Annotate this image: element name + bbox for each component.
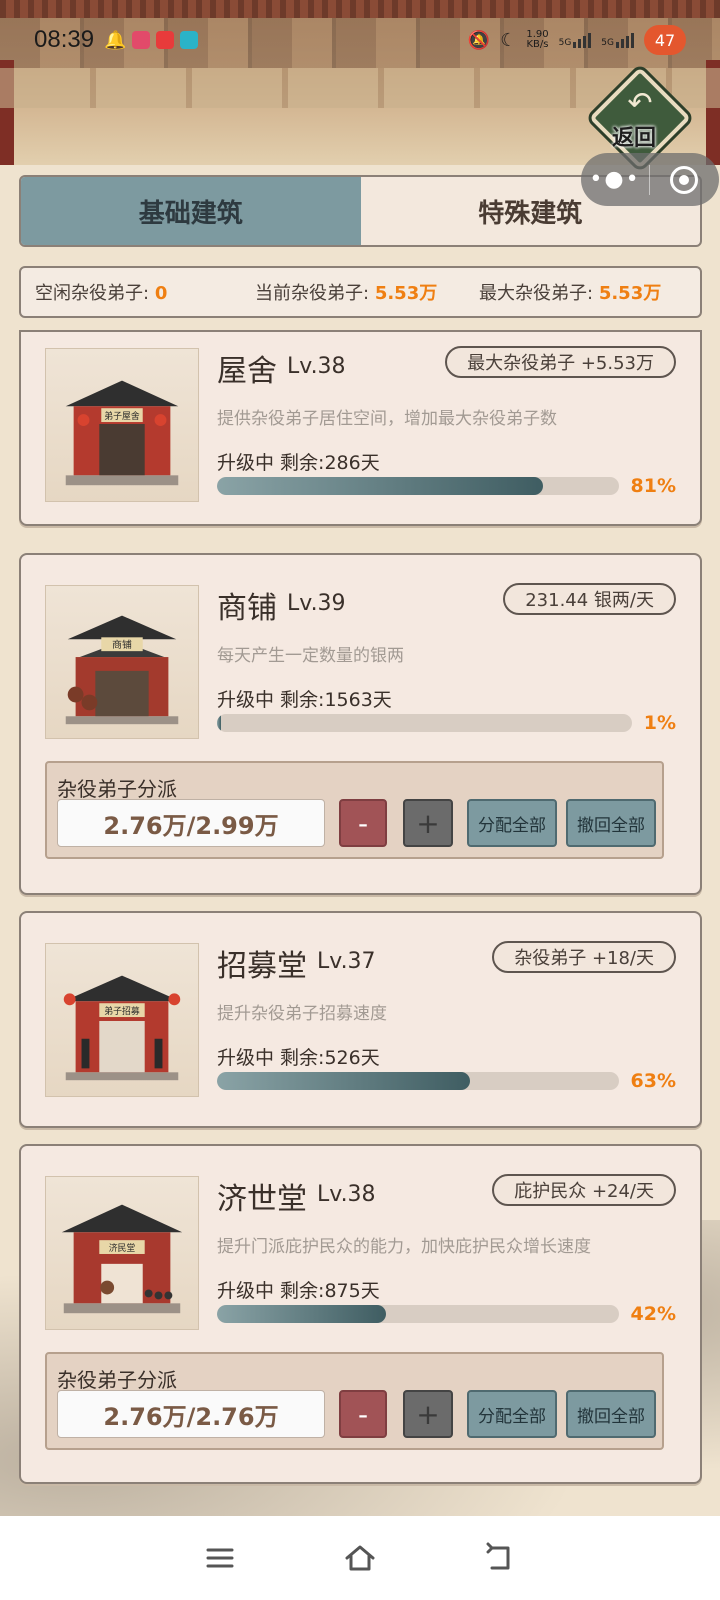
building-level: Lv.39 [287, 591, 346, 616]
upgrade-status: 升级中 剩余:875天 [217, 1280, 380, 1302]
mini-program-capsule: •●• [581, 153, 719, 206]
assign-count-field: 2.76万/2.99万 [57, 799, 325, 847]
building-card[interactable]: 商铺 商铺 Lv.39 231.44 银两/天 每天产生一定数量的银两 升级中 … [19, 553, 702, 895]
signal-bars-icon [573, 32, 592, 48]
progress-fill [217, 1072, 471, 1090]
increase-button[interactable]: + [403, 1390, 453, 1438]
building-sign: 弟子屋舍 [104, 410, 140, 422]
building-sign: 济民堂 [109, 1242, 136, 1254]
pillar-right [706, 60, 720, 165]
back-arrow-icon[interactable]: ↶ [620, 84, 660, 124]
building-effect-badge: 最大杂役弟子 +5.53万 [445, 346, 676, 378]
building-name: 商铺 [217, 591, 277, 626]
building-description: 提供杂役弟子居住空间，增加最大杂役弟子数 [217, 409, 557, 429]
stat-idle: 空闲杂役弟子: 0 [35, 283, 168, 304]
status-time: 08:39 [34, 26, 95, 53]
building-illustration: 弟子屋舍 [65, 380, 179, 486]
disciple-stats: 空闲杂役弟子: 0 当前杂役弟子: 5.53万 最大杂役弟子: 5.53万 [19, 266, 702, 318]
back-label[interactable]: 返回 [612, 120, 656, 152]
building-description: 提升杂役弟子招募速度 [217, 1004, 387, 1024]
battery-indicator: 47 [644, 25, 686, 55]
progress-percent: 81% [630, 475, 676, 497]
stat-max: 最大杂役弟子: 5.53万 [479, 283, 662, 304]
building-card[interactable]: 弟子屋舍 屋舍 Lv.38 最大杂役弟子 +5.53万 提供杂役弟子居住空间，增… [19, 330, 702, 526]
signal-1: 5G [559, 32, 592, 48]
assign-title: 杂役弟子分派 [57, 777, 177, 801]
building-effect-badge: 杂役弟子 +18/天 [492, 941, 676, 973]
moon-icon: ☾ [500, 29, 517, 51]
building-description: 提升门派庇护民众的能力，加快庇护民众增长速度 [217, 1237, 591, 1257]
upgrade-status: 升级中 剩余:526天 [217, 1047, 380, 1069]
progress-fill [217, 477, 543, 495]
app-notification-icon [180, 31, 199, 49]
progress-percent: 42% [630, 1303, 676, 1325]
allocate-all-button[interactable]: 分配全部 [467, 799, 557, 847]
building-level: Lv.38 [317, 1182, 376, 1207]
signal-2: 5G [601, 32, 634, 48]
building-effect-badge: 庇护民众 +24/天 [492, 1174, 676, 1206]
app-notification-icon [132, 31, 151, 49]
progress-percent: 1% [643, 712, 676, 734]
building-sign: 弟子招募 [104, 1005, 140, 1017]
assign-title: 杂役弟子分派 [57, 1368, 177, 1392]
building-level: Lv.37 [317, 949, 376, 974]
building-image: 弟子屋舍 [45, 348, 199, 502]
upgrade-status: 升级中 剩余:1563天 [217, 689, 392, 711]
increase-button[interactable]: + [403, 799, 453, 847]
building-illustration: 商铺 [65, 615, 179, 725]
target-icon [670, 165, 698, 194]
building-name: 屋舍 [217, 354, 277, 389]
mute-icon: 🔕 [467, 29, 491, 51]
assign-count-field: 2.76万/2.76万 [57, 1390, 325, 1438]
building-level: Lv.38 [287, 354, 346, 379]
progress-fill [217, 1305, 386, 1323]
signal-bars-icon [616, 32, 634, 48]
building-image: 济民堂 [45, 1176, 199, 1330]
pillar-left [0, 60, 14, 165]
disciple-assignment-panel: 杂役弟子分派 2.76万/2.99万 - + 分配全部 撤回全部 [45, 761, 664, 859]
building-illustration: 弟子招募 [63, 975, 181, 1081]
building-effect-badge: 231.44 银两/天 [503, 583, 676, 615]
building-name: 济世堂 [217, 1182, 307, 1217]
system-navigation-bar [0, 1516, 720, 1600]
app-notification-icon [156, 31, 175, 49]
upgrade-status: 升级中 剩余:286天 [217, 452, 380, 474]
progress-fill [217, 714, 222, 732]
stat-current: 当前杂役弟子: 5.53万 [255, 283, 438, 304]
home-icon[interactable] [342, 1540, 378, 1576]
building-image: 弟子招募 [45, 943, 199, 1097]
building-image: 商铺 [45, 585, 199, 739]
disciple-assignment-panel: 杂役弟子分派 2.76万/2.76万 - + 分配全部 撤回全部 [45, 1352, 664, 1450]
more-options-icon[interactable]: •●• [581, 167, 649, 192]
decrease-button[interactable]: - [339, 799, 387, 847]
close-mini-program-button[interactable] [650, 165, 718, 194]
progress-percent: 63% [630, 1070, 676, 1092]
building-card[interactable]: 弟子招募 招募堂 Lv.37 杂役弟子 +18/天 提升杂役弟子招募速度 升级中… [19, 911, 702, 1128]
building-description: 每天产生一定数量的银两 [217, 646, 404, 666]
building-name: 招募堂 [217, 949, 307, 984]
tab-basic-buildings[interactable]: 基础建筑 [21, 177, 361, 245]
back-nav-icon[interactable] [482, 1540, 518, 1576]
upgrade-progress-bar [217, 714, 632, 732]
net-speed: 1.90 KB/s [526, 29, 549, 50]
building-sign: 商铺 [112, 638, 132, 651]
upgrade-progress-bar [217, 1072, 619, 1090]
upgrade-progress-bar [217, 477, 619, 495]
upgrade-progress-bar [217, 1305, 619, 1323]
status-bar: 08:39 🔔 🔕 ☾ 1.90 KB/s 5G 5G 47 [0, 20, 720, 60]
status-right: 🔕 ☾ 1.90 KB/s 5G 5G 47 [468, 25, 686, 55]
recall-all-button[interactable]: 撤回全部 [566, 1390, 656, 1438]
decrease-button[interactable]: - [339, 1390, 387, 1438]
notification-bell-icon: 🔔 [104, 29, 127, 51]
building-card[interactable]: 济民堂 济世堂 Lv.38 庇护民众 +24/天 提升门派庇护民众的能力，加快庇… [19, 1144, 702, 1484]
menu-icon[interactable] [202, 1540, 238, 1576]
recall-all-button[interactable]: 撤回全部 [566, 799, 656, 847]
building-illustration: 济民堂 [61, 1204, 183, 1314]
allocate-all-button[interactable]: 分配全部 [467, 1390, 557, 1438]
